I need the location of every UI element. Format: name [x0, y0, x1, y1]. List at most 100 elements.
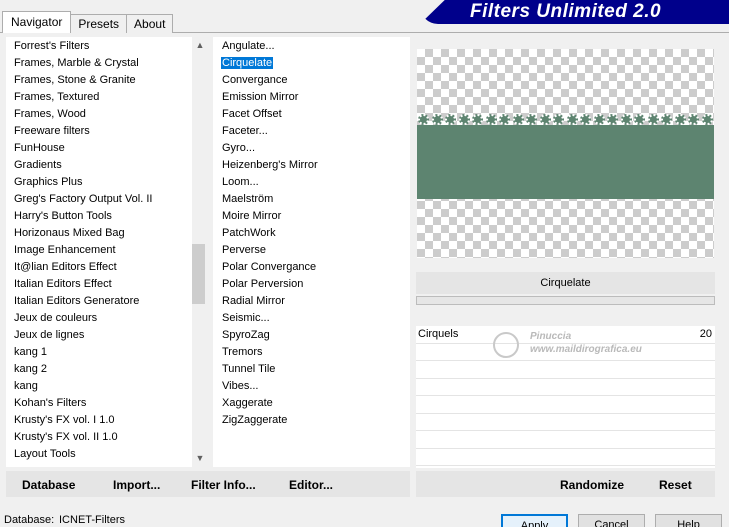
filter-item-label: Polar Convergance	[222, 261, 317, 273]
category-item[interactable]: Kohan's Filters	[6, 395, 205, 412]
filter-item[interactable]: ZigZaggerate	[213, 412, 410, 429]
app-title-banner: Filters Unlimited 2.0	[470, 1, 662, 22]
param-value[interactable]: 20	[700, 328, 712, 340]
preview-circle	[418, 113, 430, 125]
filter-item[interactable]: Tremors	[213, 344, 410, 361]
filter-item-label: Perverse	[222, 244, 267, 256]
preview-circle	[701, 113, 713, 125]
filter-item[interactable]: Facet Offset	[213, 106, 410, 123]
scrollbar-thumb[interactable]	[192, 244, 205, 304]
preview-image	[417, 49, 714, 258]
watermark-url: www.maildirografica.eu	[530, 344, 642, 355]
watermark-name: Pinuccia	[530, 331, 572, 342]
category-item[interactable]: Gradients	[6, 157, 205, 174]
import-button[interactable]: Import...	[113, 471, 160, 497]
category-item[interactable]: Jeux de couleurs	[6, 310, 205, 327]
category-item[interactable]: Graphics Plus	[6, 174, 205, 191]
filter-item[interactable]: Angulate...	[213, 38, 410, 55]
category-item[interactable]: Italian Editors Effect	[6, 276, 205, 293]
filter-item-label: Radial Mirror	[222, 295, 285, 307]
category-scrollbar[interactable]: ▲ ▼	[192, 37, 205, 467]
category-item[interactable]: kang 2	[6, 361, 205, 378]
progress-bar	[416, 296, 715, 305]
category-item[interactable]: Frames, Wood	[6, 106, 205, 123]
filter-item[interactable]: Perverse	[213, 242, 410, 259]
preview-circle	[472, 113, 484, 125]
filter-item-label: Tunnel Tile	[222, 363, 276, 375]
category-item[interactable]: Image Enhancement	[6, 242, 205, 259]
filter-item[interactable]: Maelström	[213, 191, 410, 208]
filter-item-label: Heizenberg's Mirror	[222, 159, 318, 171]
category-item[interactable]: kang 1	[6, 344, 205, 361]
database-button[interactable]: Database	[22, 471, 75, 497]
preview-band	[417, 125, 714, 199]
filter-item[interactable]: SpyroZag	[213, 327, 410, 344]
category-item[interactable]: It@lian Editors Effect	[6, 259, 205, 276]
filter-item[interactable]: Convergance	[213, 72, 410, 89]
tab-presets[interactable]: Presets	[70, 14, 128, 33]
filter-item[interactable]: Faceter...	[213, 123, 410, 140]
preview-circle	[593, 113, 605, 125]
category-item[interactable]: Krusty's FX vol. II 1.0	[6, 429, 205, 446]
category-item[interactable]: Frames, Stone & Granite	[6, 72, 205, 89]
editor-button[interactable]: Editor...	[289, 471, 333, 497]
category-item[interactable]: Frames, Marble & Crystal	[6, 55, 205, 72]
category-item[interactable]: Harry's Button Tools	[6, 208, 205, 225]
reset-button[interactable]: Reset	[659, 471, 692, 497]
category-item[interactable]: Horizonaus Mixed Bag	[6, 225, 205, 242]
help-button[interactable]: Help	[655, 514, 722, 527]
category-item[interactable]: Greg's Factory Output Vol. II	[6, 191, 205, 208]
filter-item[interactable]: Seismic...	[213, 310, 410, 327]
filter-item[interactable]: Xaggerate	[213, 395, 410, 412]
filter-item-label: Cirquelate	[221, 57, 274, 69]
tab-about[interactable]: About	[126, 14, 174, 33]
preview-circle	[634, 113, 646, 125]
preview-circle	[688, 113, 700, 125]
cancel-button[interactable]: Cancel	[578, 514, 645, 527]
filter-item[interactable]: Radial Mirror	[213, 293, 410, 310]
filter-item-label: Seismic...	[222, 312, 270, 324]
preview-circle	[661, 113, 673, 125]
scroll-up-icon[interactable]: ▲	[192, 37, 205, 54]
filter-info-button[interactable]: Filter Info...	[191, 471, 256, 497]
filter-list[interactable]: Angulate... Cirquelate Convergance Emission…	[213, 37, 410, 467]
tab-navigator[interactable]: Navigator	[2, 11, 72, 33]
filter-item-label: PatchWork	[222, 227, 276, 239]
scroll-down-icon[interactable]: ▼	[192, 450, 205, 467]
preview-circle	[647, 113, 659, 125]
filter-item-selected[interactable]: Cirquelate	[213, 55, 410, 72]
category-item[interactable]: FunHouse	[6, 140, 205, 157]
preview-circle	[431, 113, 443, 125]
filter-item-label: Convergance	[222, 74, 288, 86]
category-item[interactable]: Freeware filters	[6, 123, 205, 140]
category-list[interactable]: Forrest's Filters Frames, Marble & Crysta…	[6, 37, 205, 467]
category-item[interactable]: Krusty's FX vol. I 1.0	[6, 412, 205, 429]
category-item[interactable]: Italian Editors Generatore	[6, 293, 205, 310]
category-item[interactable]: kang	[6, 378, 205, 395]
preview-circle	[458, 113, 470, 125]
tab-bar: Navigator Presets About	[2, 11, 174, 33]
apply-button[interactable]: Apply	[501, 514, 568, 527]
filter-item[interactable]: Polar Perversion	[213, 276, 410, 293]
filter-item-label: Faceter...	[222, 125, 268, 137]
filter-item[interactable]: Tunnel Tile	[213, 361, 410, 378]
preview-circle	[620, 113, 632, 125]
filter-item[interactable]: Polar Convergance	[213, 259, 410, 276]
filter-item[interactable]: Moire Mirror	[213, 208, 410, 225]
category-item[interactable]: Jeux de lignes	[6, 327, 205, 344]
filter-item[interactable]: Emission Mirror	[213, 89, 410, 106]
filter-item-label: ZigZaggerate	[222, 414, 288, 426]
category-item[interactable]: Frames, Textured	[6, 89, 205, 106]
preview-circle	[445, 113, 457, 125]
filter-item-label: Moire Mirror	[222, 210, 282, 222]
filter-item[interactable]: Loom...	[213, 174, 410, 191]
category-item[interactable]: Forrest's Filters	[6, 38, 205, 55]
preview-circle	[580, 113, 592, 125]
param-row-empty	[416, 379, 715, 396]
filter-item[interactable]: Gyro...	[213, 140, 410, 157]
randomize-button[interactable]: Randomize	[560, 471, 624, 497]
category-item[interactable]: Layout Tools	[6, 446, 205, 463]
filter-item[interactable]: Heizenberg's Mirror	[213, 157, 410, 174]
filter-item[interactable]: PatchWork	[213, 225, 410, 242]
filter-item[interactable]: Vibes...	[213, 378, 410, 395]
